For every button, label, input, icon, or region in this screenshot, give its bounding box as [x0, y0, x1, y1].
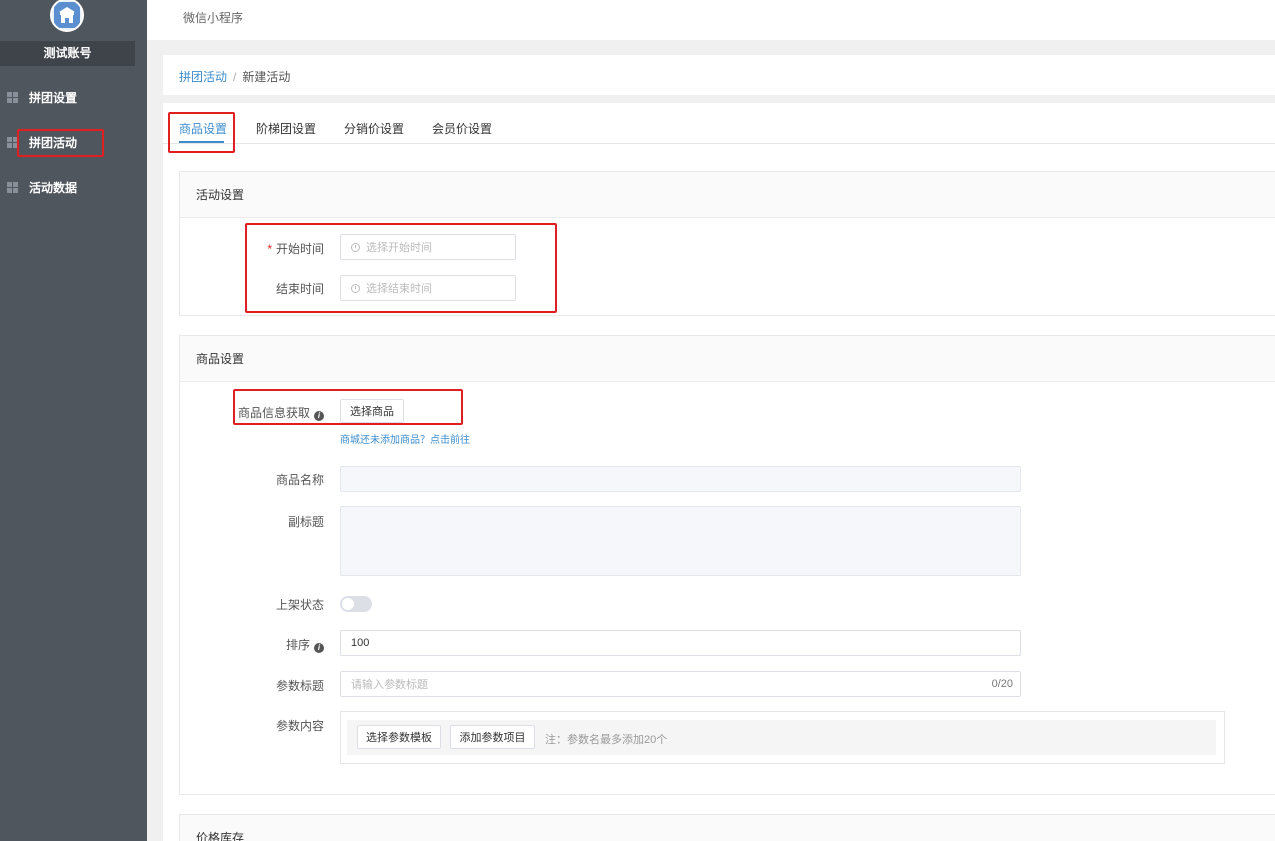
clock-icon [351, 242, 360, 252]
tab-distribution-price[interactable]: 分销价设置 [344, 120, 404, 137]
sidebar-item-activity-data[interactable]: 活动数据 [0, 172, 147, 202]
sidebar: 测试账号 拼团设置 拼团活动 活动数据 [0, 0, 147, 841]
goods-fetch-text: 商品信息获取 [237, 406, 310, 420]
param-content-label: 参数内容 [275, 719, 324, 733]
active-tab-indicator [179, 141, 224, 143]
param-title-label: 参数标题 [275, 679, 324, 693]
param-title-placeholder: 请输入参数标题 [351, 679, 428, 691]
sidebar-item-label: 拼团设置 [29, 90, 78, 105]
breadcrumb-panel: 拼团活动 / 新建活动 [163, 55, 1275, 95]
param-note: 注：参数名最多添加20个 [545, 734, 668, 746]
app-title: 微信小程序 [183, 11, 244, 25]
end-time-placeholder: 选择结束时间 [366, 283, 432, 295]
subtitle-textarea[interactable] [340, 506, 1021, 576]
shop-avatar[interactable] [50, 0, 84, 32]
card-title: 活动设置 [180, 172, 1275, 218]
top-header: 微信小程序 [147, 0, 1275, 40]
clock-icon [351, 283, 360, 293]
goods-name-input[interactable] [340, 466, 1021, 492]
grid-icon [7, 181, 18, 193]
price-stock-card: 价格库存 [179, 814, 1275, 841]
start-time-picker[interactable]: 选择开始时间 [340, 234, 516, 260]
param-title-input[interactable]: 请输入参数标题 0/20 [340, 671, 1021, 697]
info-icon[interactable]: i [314, 411, 324, 421]
tab-member-price[interactable]: 会员价设置 [432, 120, 492, 137]
add-goods-link[interactable]: 商城还未添加商品？点击前往 [340, 431, 470, 446]
sidebar-item-group-settings[interactable]: 拼团设置 [0, 82, 147, 112]
card-title: 价格库存 [180, 815, 1275, 841]
select-param-template-button[interactable]: 选择参数模板 [357, 725, 441, 749]
grid-icon [7, 136, 18, 148]
start-time-text: 开始时间 [275, 242, 324, 256]
breadcrumb-parent-link[interactable]: 拼团活动 [179, 70, 227, 84]
param-title-counter: 0/20 [991, 678, 1013, 690]
sort-input[interactable]: 100 [340, 630, 1021, 656]
main-content: 商品设置 阶梯团设置 分销价设置 会员价设置 活动设置 * 开始时间 选择开始时间… [163, 103, 1275, 841]
goods-name-label: 商品名称 [275, 473, 324, 487]
tab-bar: 商品设置 阶梯团设置 分销价设置 会员价设置 [163, 103, 1275, 144]
add-param-item-button[interactable]: 添加参数项目 [450, 725, 535, 749]
end-time-picker[interactable]: 选择结束时间 [340, 275, 516, 301]
required-mark: * [267, 242, 272, 256]
tab-goods-settings[interactable]: 商品设置 [179, 120, 227, 137]
sort-value: 100 [351, 637, 370, 649]
card-title: 商品设置 [180, 336, 1275, 382]
sort-label: 排序 i [204, 636, 324, 653]
sidebar-item-label: 活动数据 [29, 180, 78, 195]
account-name[interactable]: 测试账号 [0, 41, 135, 66]
grid-icon [7, 91, 18, 103]
start-time-placeholder: 选择开始时间 [366, 242, 432, 254]
subtitle-label: 副标题 [287, 515, 324, 529]
goods-fetch-label: 商品信息获取 i [204, 404, 324, 421]
breadcrumb-separator: / [233, 70, 237, 84]
breadcrumb-current: 新建活动 [242, 70, 291, 84]
sidebar-item-label: 拼团活动 [29, 135, 78, 150]
listing-status-label: 上架状态 [275, 598, 324, 612]
select-goods-button[interactable]: 选择商品 [340, 399, 404, 423]
tab-tier-group[interactable]: 阶梯团设置 [256, 120, 316, 137]
end-time-label: 结束时间 [275, 282, 324, 296]
listing-status-switch[interactable] [340, 596, 372, 612]
info-icon[interactable]: i [314, 643, 324, 653]
start-time-label: * 开始时间 [204, 240, 324, 257]
sort-text: 排序 [285, 638, 310, 652]
sidebar-item-group-activity[interactable]: 拼团活动 [0, 127, 147, 157]
breadcrumb: 拼团活动 / 新建活动 [179, 68, 290, 85]
store-icon [54, 2, 80, 28]
